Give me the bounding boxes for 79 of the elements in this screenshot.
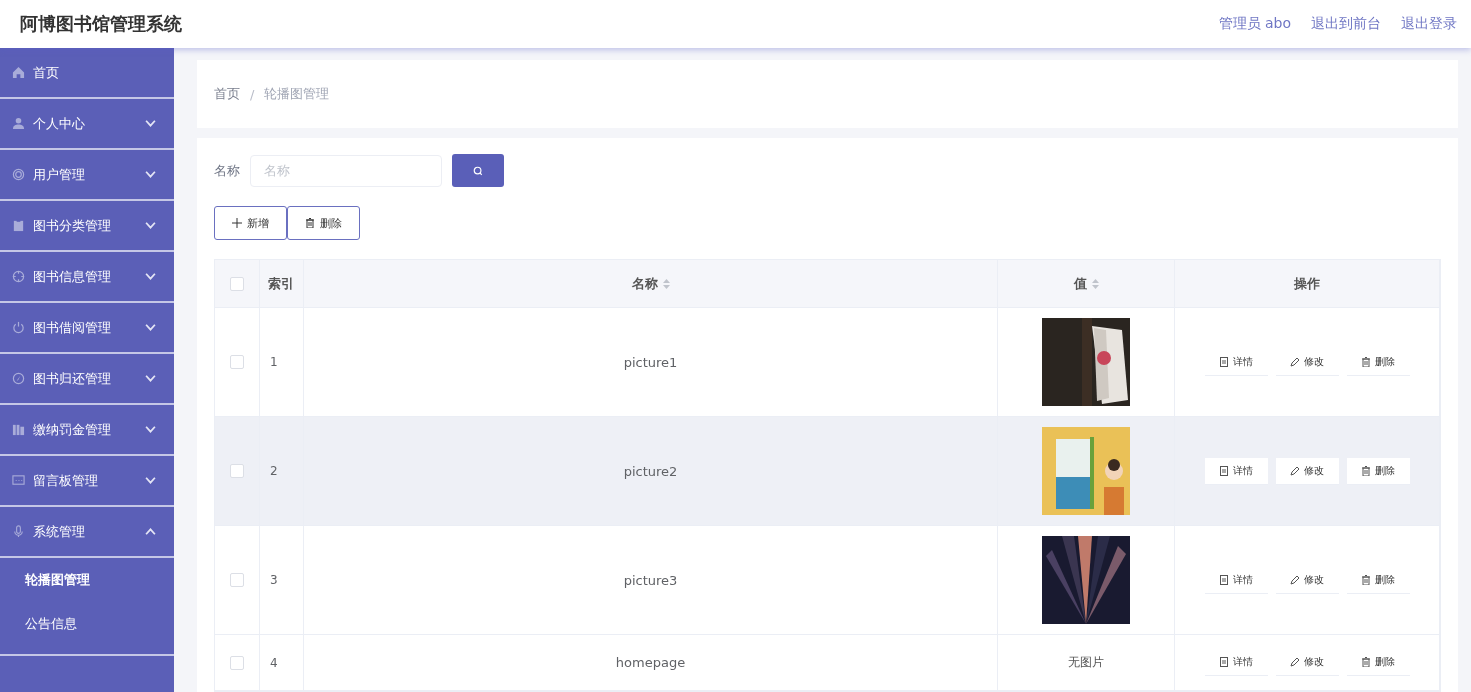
document-icon (1219, 657, 1229, 667)
table-cell: picture2 (623, 463, 678, 479)
home-icon (12, 66, 25, 79)
sidebar-item[interactable]: 留言板管理 (0, 456, 174, 507)
search-icon (473, 165, 483, 176)
delete-button[interactable]: 删除 (1346, 348, 1410, 376)
header-link[interactable]: 管理员 abo (1218, 15, 1291, 33)
search-field[interactable]: 名称 (250, 154, 442, 187)
delete-button[interactable]: 删除 (287, 206, 360, 240)
ring-icon (12, 168, 25, 181)
table-cell: 1 (270, 355, 278, 369)
search-label: 名称 (214, 161, 240, 180)
table-cell: homepage (615, 655, 686, 670)
breadcrumb-item[interactable]: 首页 (214, 85, 240, 103)
header-link[interactable]: 退出到前台 (1311, 15, 1381, 33)
sidebar-subitem[interactable]: 轮播图管理 (0, 558, 174, 602)
row-checkbox[interactable] (230, 573, 244, 587)
add-button[interactable]: 新增 (214, 206, 287, 240)
column-header[interactable]: 值 (1073, 274, 1087, 293)
sidebar-item[interactable]: 图书分类管理 (0, 201, 174, 252)
sidebar-item[interactable]: 缴纳罚金管理 (0, 405, 174, 456)
detail-button[interactable]: 详情 (1204, 649, 1268, 676)
edit-button[interactable]: 修改 (1275, 457, 1339, 485)
edit-button[interactable]: 修改 (1275, 566, 1339, 594)
crosshair-icon (12, 270, 25, 283)
sidebar-subitem[interactable]: 公告信息 (0, 602, 174, 646)
pencil-icon (1290, 657, 1300, 667)
row-checkbox[interactable] (230, 655, 244, 670)
document-icon (1219, 356, 1229, 367)
pencil-icon (1290, 574, 1300, 585)
column-header[interactable]: 名称 (631, 274, 658, 293)
user-icon (12, 117, 25, 130)
detail-button[interactable]: 详情 (1204, 457, 1268, 485)
trash-icon (1361, 657, 1371, 667)
detail-button[interactable]: 详情 (1204, 566, 1268, 594)
delete-button[interactable]: 删除 (1346, 457, 1410, 485)
select-all-checkbox[interactable] (230, 276, 244, 291)
delete-button[interactable]: 删除 (1346, 649, 1410, 676)
trash-icon (1361, 574, 1371, 585)
compass-icon (12, 372, 25, 385)
document-icon (1219, 574, 1229, 585)
edit-button[interactable]: 修改 (1275, 348, 1339, 376)
app-title: 阿博图书馆管理系统 (20, 12, 182, 36)
table-cell: 3 (270, 573, 278, 587)
sidebar-item[interactable]: 图书归还管理 (0, 354, 174, 405)
trash-icon (1361, 356, 1371, 367)
document-icon (1219, 465, 1229, 476)
column-header: 操作 (1294, 274, 1320, 293)
search-button[interactable] (452, 154, 504, 187)
detail-button[interactable]: 详情 (1204, 348, 1268, 376)
sidebar-item[interactable]: 系统管理 (0, 507, 174, 558)
delete-button[interactable]: 删除 (1346, 566, 1410, 594)
table-cell: 无图片 (1068, 654, 1104, 671)
trash-icon (305, 218, 315, 228)
header-link[interactable]: 退出登录 (1401, 15, 1457, 33)
plus-icon (232, 218, 242, 228)
clipboard-icon (12, 219, 25, 232)
sidebar-item[interactable]: 个人中心 (0, 99, 174, 150)
table-cell: picture1 (623, 354, 678, 370)
table-cell: 2 (270, 464, 278, 478)
sidebar-item[interactable]: 图书信息管理 (0, 252, 174, 303)
sidebar-item[interactable]: 图书借阅管理 (0, 303, 174, 354)
sidebar-item[interactable]: 首页 (0, 48, 174, 99)
breadcrumb-separator: / (250, 86, 255, 102)
table-cell: 4 (270, 655, 278, 670)
table-cell: picture3 (623, 572, 678, 588)
trash-icon (1361, 465, 1371, 476)
pencil-icon (1290, 465, 1300, 476)
power-icon (12, 321, 25, 334)
row-checkbox[interactable] (230, 464, 244, 478)
row-checkbox[interactable] (230, 355, 244, 369)
column-header: 索引 (268, 274, 294, 293)
microphone-icon (12, 525, 25, 538)
pencil-icon (1290, 356, 1300, 367)
edit-button[interactable]: 修改 (1275, 649, 1339, 676)
chat-icon (12, 474, 25, 487)
books-icon (12, 423, 25, 436)
breadcrumb-item: 轮播图管理 (264, 85, 330, 103)
sidebar-item[interactable]: 用户管理 (0, 150, 174, 201)
